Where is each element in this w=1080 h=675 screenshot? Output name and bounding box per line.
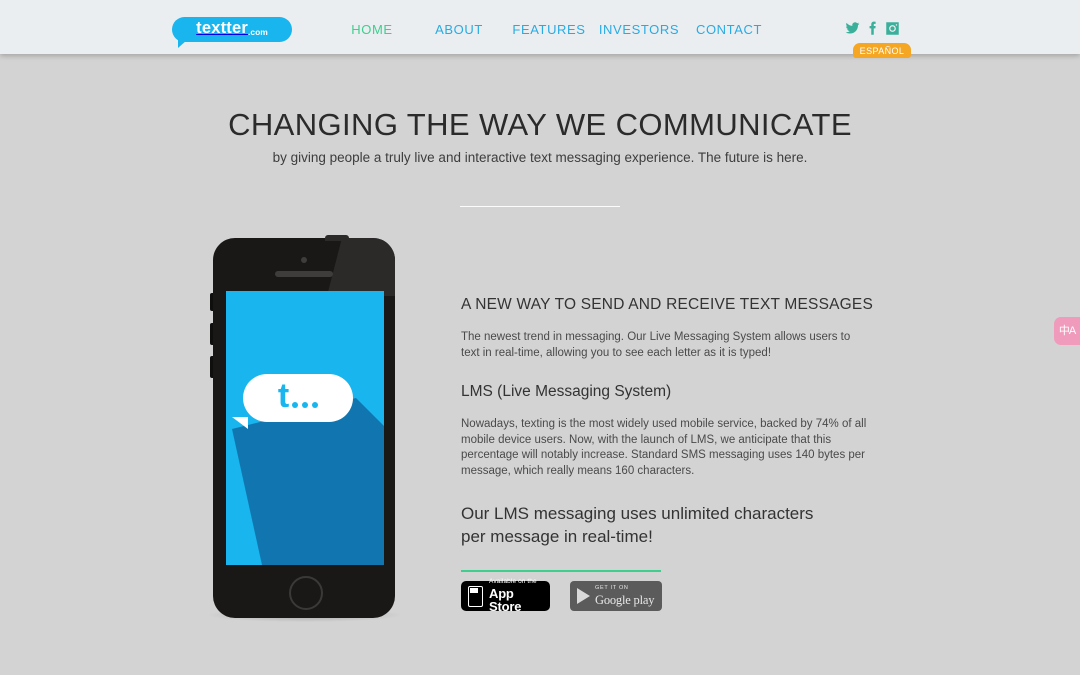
- logo-tld: .com: [248, 27, 268, 38]
- content-paragraph-2: Nowadays, texting is the most widely use…: [461, 418, 867, 477]
- google-play-big-text: Google play: [595, 592, 655, 607]
- social-links: [845, 21, 900, 36]
- twitter-icon[interactable]: [845, 21, 860, 36]
- google-play-small-text: GET IT ON: [595, 585, 629, 591]
- phone-gloss-panel: [327, 238, 395, 296]
- main-navigation: HOME ABOUT FEATURES INVESTORS CONTACT: [330, 22, 774, 37]
- nav-item-features[interactable]: FEATURES: [504, 22, 594, 37]
- callout-line-1: Our LMS messaging uses unlimited charact…: [461, 503, 814, 523]
- hero-divider: [460, 206, 620, 207]
- nav-item-home[interactable]: HOME: [330, 22, 414, 37]
- phone-screen: t: [226, 291, 384, 565]
- phone-mockup: t: [209, 235, 401, 622]
- google-play-triangle-icon: [577, 588, 590, 604]
- translate-icon: 中A: [1058, 324, 1076, 337]
- phone-speaker-grill: [275, 271, 333, 277]
- store-badges: Available on the App Store GET IT ON Goo…: [461, 579, 662, 613]
- page-subtitle: by giving people a truly live and intera…: [272, 150, 808, 165]
- nav-item-contact[interactable]: CONTACT: [684, 22, 774, 37]
- app-store-label: Available on the App Store: [489, 579, 543, 613]
- nav-item-investors[interactable]: INVESTORS: [594, 22, 684, 37]
- apple-phone-icon: [468, 585, 483, 607]
- bubble-letter-t: t: [277, 377, 290, 415]
- phone-volume-up-button: [210, 323, 213, 345]
- phone-body: t: [210, 235, 395, 618]
- site-header: textter.com HOME ABOUT FEATURES INVESTOR…: [0, 0, 1080, 58]
- nav-item-about[interactable]: ABOUT: [414, 22, 504, 37]
- content-paragraph-1: The newest trend in messaging. Our Live …: [461, 331, 851, 359]
- app-store-button[interactable]: Available on the App Store: [461, 579, 550, 613]
- facebook-icon[interactable]: [868, 21, 877, 36]
- page-title: CHANGING THE WAY WE COMMUNICATE: [228, 107, 852, 142]
- content-heading: A NEW WAY TO SEND AND RECEIVE TEXT MESSA…: [461, 296, 873, 313]
- typing-dots-icon: [292, 402, 319, 408]
- content-callout: Our LMS messaging uses unlimited charact…: [461, 502, 873, 548]
- content-divider: [461, 569, 661, 572]
- logo-text: textter.com: [196, 20, 268, 37]
- language-badge-espanol[interactable]: ESPAÑOL: [853, 43, 911, 58]
- logo-bubble-tail-icon: [178, 40, 187, 48]
- phone-home-button: [289, 576, 323, 610]
- google-play-button[interactable]: GET IT ON Google play: [570, 581, 662, 611]
- speech-bubble-content: t: [243, 374, 353, 422]
- phone-volume-down-button: [210, 356, 213, 378]
- callout-line-2: per message in real-time!: [461, 526, 653, 546]
- content-column: A NEW WAY TO SEND AND RECEIVE TEXT MESSA…: [461, 296, 873, 572]
- app-store-small-text: Available on the: [489, 578, 537, 586]
- google-play-label: GET IT ON Google play: [595, 585, 655, 607]
- bubble-long-shadow: [226, 291, 384, 565]
- app-store-big-text: App Store: [489, 585, 522, 614]
- logo-name: textter: [196, 19, 248, 38]
- phone-camera-icon: [301, 257, 307, 263]
- translate-widget-tab[interactable]: 中A: [1054, 317, 1080, 345]
- logo-textter[interactable]: textter.com: [172, 17, 292, 48]
- content-subheading: LMS (Live Messaging System): [461, 383, 672, 401]
- instagram-icon[interactable]: [885, 21, 900, 36]
- phone-silent-switch: [210, 293, 213, 311]
